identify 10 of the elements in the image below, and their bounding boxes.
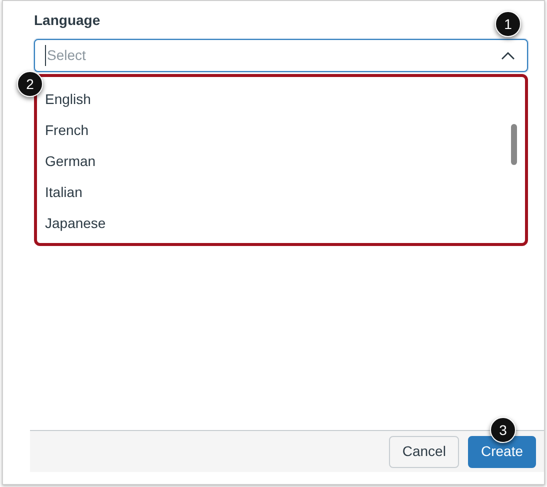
placeholder-text: Select bbox=[45, 45, 501, 66]
language-option[interactable]: French bbox=[45, 115, 511, 146]
language-option[interactable]: Japanese bbox=[45, 208, 511, 239]
cancel-button[interactable]: Cancel bbox=[389, 436, 459, 468]
scrollbar-thumb[interactable] bbox=[511, 124, 517, 165]
field-label: Language bbox=[34, 11, 100, 30]
language-option[interactable]: German bbox=[45, 146, 511, 177]
create-button[interactable]: Create bbox=[468, 436, 536, 468]
language-option[interactable]: English bbox=[45, 84, 511, 115]
language-option[interactable]: Italian bbox=[45, 177, 511, 208]
